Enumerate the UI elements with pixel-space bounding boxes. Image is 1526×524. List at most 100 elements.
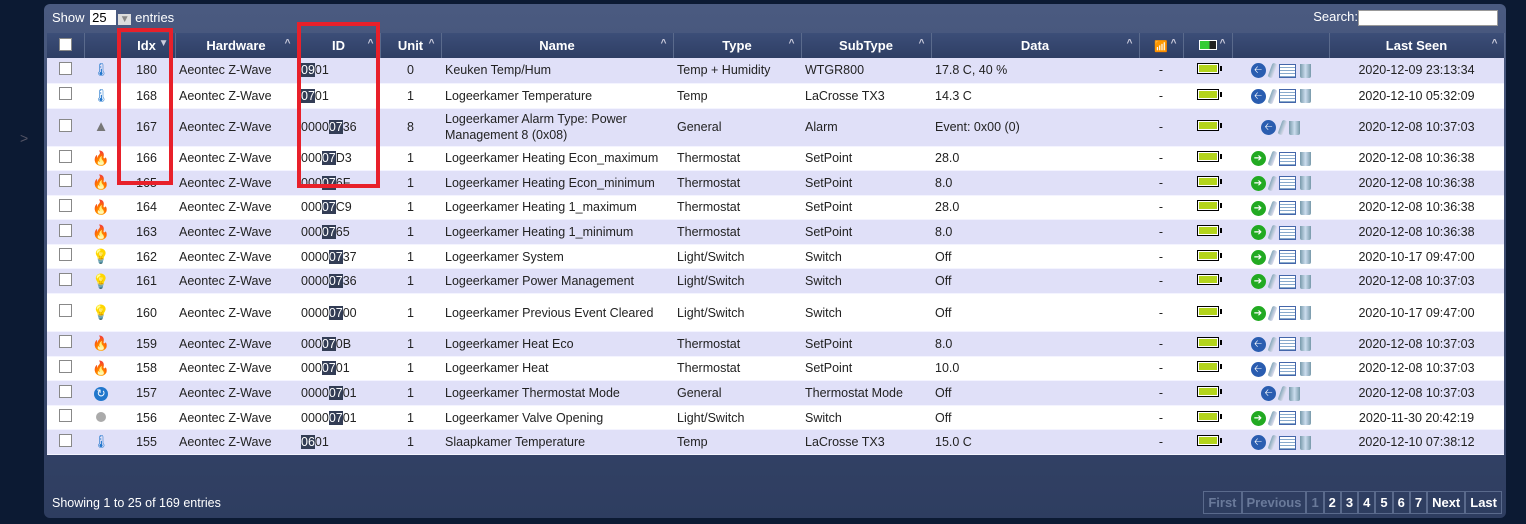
row-checkbox[interactable] bbox=[59, 409, 72, 423]
delete-icon[interactable] bbox=[1299, 435, 1311, 450]
log-icon[interactable] bbox=[1278, 411, 1296, 426]
table-row[interactable]: 🌡 168 Aeontec Z-Wave 0701 1 Logeerkamer … bbox=[47, 83, 1504, 109]
delete-icon[interactable] bbox=[1299, 89, 1311, 104]
column-header[interactable]: Hardware ^ bbox=[175, 33, 298, 58]
back-icon[interactable]: 🡠 bbox=[1250, 336, 1266, 352]
log-icon[interactable] bbox=[1278, 362, 1296, 377]
table-row[interactable]: 🔥 166 Aeontec Z-Wave 00007D3 1 Logeerkam… bbox=[47, 146, 1504, 172]
column-header[interactable] bbox=[47, 33, 85, 58]
table-row[interactable]: 🔥 163 Aeontec Z-Wave 0000765 1 Logeerkam… bbox=[47, 219, 1504, 245]
edit-icon[interactable] bbox=[1267, 434, 1277, 451]
switch-on-icon[interactable]: ➔ bbox=[1250, 305, 1266, 321]
log-icon[interactable] bbox=[1278, 151, 1296, 166]
sort-icon[interactable]: ^ bbox=[919, 38, 925, 49]
page-size-select[interactable]: 25 bbox=[90, 10, 117, 25]
sort-icon[interactable]: ^ bbox=[1492, 38, 1498, 49]
table-row[interactable]: ▲ 167 Aeontec Z-Wave 00000736 8 Logeerka… bbox=[47, 108, 1504, 147]
delete-icon[interactable] bbox=[1299, 201, 1311, 216]
switch-on-icon[interactable]: ➔ bbox=[1250, 249, 1266, 265]
table-row[interactable]: 🔥 164 Aeontec Z-Wave 00007C9 1 Logeerkam… bbox=[47, 195, 1504, 221]
delete-icon[interactable] bbox=[1299, 63, 1311, 78]
row-checkbox[interactable] bbox=[59, 272, 72, 286]
sort-icon[interactable]: ^ bbox=[429, 38, 435, 49]
column-header[interactable]: Unit ^ bbox=[380, 33, 442, 58]
log-icon[interactable] bbox=[1278, 435, 1296, 450]
delete-icon[interactable] bbox=[1299, 306, 1311, 321]
edit-icon[interactable] bbox=[1277, 385, 1288, 402]
column-header[interactable]: Type ^ bbox=[673, 33, 802, 58]
sidebar-toggle[interactable]: > bbox=[20, 130, 34, 160]
edit-icon[interactable] bbox=[1277, 119, 1288, 136]
table-row[interactable]: 💡 161 Aeontec Z-Wave 00000736 1 Logeerka… bbox=[47, 268, 1504, 295]
log-icon[interactable] bbox=[1278, 337, 1296, 352]
pager-next[interactable]: Next bbox=[1427, 491, 1466, 514]
edit-icon[interactable] bbox=[1267, 62, 1277, 79]
back-icon[interactable]: 🡠 bbox=[1261, 386, 1276, 402]
pager-first[interactable]: First bbox=[1203, 491, 1242, 514]
switch-on-icon[interactable]: ➔ bbox=[1250, 274, 1266, 290]
column-header[interactable]: Data ^ bbox=[931, 33, 1140, 58]
delete-icon[interactable] bbox=[1299, 411, 1311, 426]
pager-last[interactable]: Last bbox=[1465, 491, 1502, 514]
pager-previous[interactable]: Previous bbox=[1241, 491, 1307, 514]
row-checkbox[interactable] bbox=[59, 118, 72, 132]
row-checkbox[interactable] bbox=[59, 433, 72, 447]
row-checkbox[interactable] bbox=[59, 174, 72, 188]
select-all-checkbox[interactable] bbox=[58, 37, 72, 51]
switch-on-icon[interactable]: ➔ bbox=[1250, 200, 1266, 216]
table-row[interactable]: 🌡 180 Aeontec Z-Wave 0901 0 Keuken Temp/… bbox=[47, 58, 1504, 84]
edit-icon[interactable] bbox=[1267, 336, 1277, 353]
switch-on-icon[interactable]: ➔ bbox=[1250, 151, 1266, 167]
search-input[interactable] bbox=[1358, 9, 1498, 26]
table-row[interactable]: 156 Aeontec Z-Wave 00000701 1 Logeerkame… bbox=[47, 405, 1504, 431]
switch-on-icon[interactable]: ➔ bbox=[1250, 410, 1266, 426]
edit-icon[interactable] bbox=[1267, 150, 1277, 167]
sort-icon[interactable]: ^ bbox=[285, 38, 291, 49]
edit-icon[interactable] bbox=[1267, 410, 1277, 427]
delete-icon[interactable] bbox=[1289, 386, 1300, 401]
back-icon[interactable]: 🡠 bbox=[1261, 120, 1276, 136]
sort-icon[interactable]: ^ bbox=[1127, 38, 1133, 49]
column-header[interactable] bbox=[84, 33, 119, 58]
delete-icon[interactable] bbox=[1299, 274, 1311, 289]
pager-3[interactable]: 3 bbox=[1340, 491, 1359, 514]
log-icon[interactable] bbox=[1278, 225, 1296, 240]
log-icon[interactable] bbox=[1278, 89, 1296, 104]
row-checkbox[interactable] bbox=[59, 61, 72, 75]
table-row[interactable]: 🌡 155 Aeontec Z-Wave 0601 1 Slaapkamer T… bbox=[47, 429, 1504, 456]
row-checkbox[interactable] bbox=[59, 149, 72, 163]
log-icon[interactable] bbox=[1278, 274, 1296, 289]
log-icon[interactable] bbox=[1278, 176, 1296, 191]
table-row[interactable]: 🔥 159 Aeontec Z-Wave 000070B 1 Logeerkam… bbox=[47, 331, 1504, 357]
pager-1[interactable]: 1 bbox=[1306, 491, 1324, 514]
edit-icon[interactable] bbox=[1267, 361, 1277, 377]
pager-7[interactable]: 7 bbox=[1409, 491, 1428, 514]
delete-icon[interactable] bbox=[1299, 362, 1311, 377]
table-row[interactable]: 🔥 158 Aeontec Z-Wave 0000701 1 Logeerkam… bbox=[47, 356, 1504, 382]
edit-icon[interactable] bbox=[1267, 175, 1277, 192]
switch-on-icon[interactable]: ➔ bbox=[1250, 175, 1266, 191]
edit-icon[interactable] bbox=[1267, 305, 1277, 322]
edit-icon[interactable] bbox=[1267, 224, 1277, 241]
row-checkbox[interactable] bbox=[59, 304, 72, 318]
log-icon[interactable] bbox=[1278, 201, 1296, 216]
delete-icon[interactable] bbox=[1299, 151, 1311, 166]
table-row[interactable]: 🔥 165 Aeontec Z-Wave 000076F 1 Logeerkam… bbox=[47, 170, 1504, 196]
row-checkbox[interactable] bbox=[59, 359, 72, 373]
pager-5[interactable]: 5 bbox=[1375, 491, 1393, 514]
sort-icon[interactable]: ^ bbox=[661, 38, 667, 49]
back-icon[interactable]: 🡠 bbox=[1250, 435, 1266, 451]
table-row[interactable]: ↻ 157 Aeontec Z-Wave 00000701 1 Logeerka… bbox=[47, 380, 1504, 406]
chevron-down-icon[interactable]: ▼ bbox=[118, 14, 132, 25]
row-checkbox[interactable] bbox=[59, 335, 72, 349]
row-checkbox[interactable] bbox=[59, 248, 72, 262]
edit-icon[interactable] bbox=[1267, 273, 1277, 290]
edit-icon[interactable] bbox=[1267, 200, 1277, 216]
delete-icon[interactable] bbox=[1299, 176, 1311, 191]
column-header[interactable]: SubType ^ bbox=[801, 33, 932, 58]
pager-2[interactable]: 2 bbox=[1323, 491, 1341, 514]
log-icon[interactable] bbox=[1278, 250, 1296, 265]
pager-4[interactable]: 4 bbox=[1358, 491, 1376, 514]
sort-icon[interactable]: ^ bbox=[1171, 38, 1177, 49]
table-row[interactable]: 💡 162 Aeontec Z-Wave 00000737 1 Logeerka… bbox=[47, 244, 1504, 270]
